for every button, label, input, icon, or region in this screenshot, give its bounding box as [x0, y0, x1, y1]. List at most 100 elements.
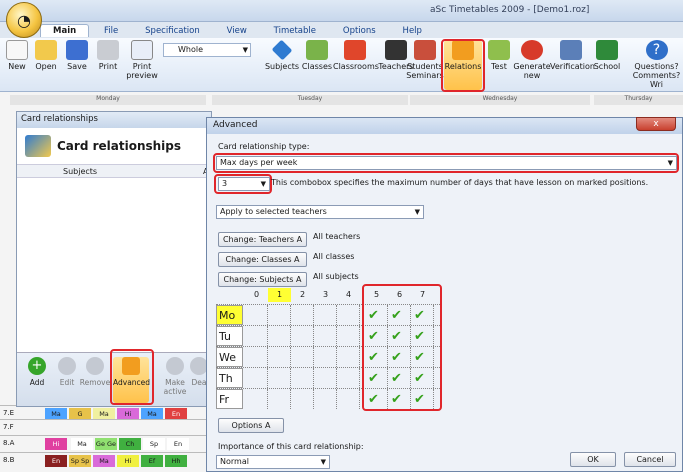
- lesson-cell[interactable]: Hi: [117, 455, 139, 467]
- students-seminars-button[interactable]: Students Seminars: [404, 40, 446, 80]
- students-icon: [414, 40, 436, 60]
- grid-cell[interactable]: [268, 326, 291, 346]
- apply-to-select[interactable]: Apply to selected teachers ▼: [216, 205, 424, 219]
- grid-cell[interactable]: [245, 326, 268, 346]
- grid-cell[interactable]: [245, 368, 268, 388]
- save-button[interactable]: Save: [62, 40, 92, 71]
- verification-button[interactable]: Verification: [550, 40, 595, 71]
- grid-cell[interactable]: [291, 368, 314, 388]
- grid-cell[interactable]: [291, 305, 314, 325]
- grid-cell[interactable]: [291, 347, 314, 367]
- ok-button[interactable]: OK: [570, 452, 616, 467]
- tab-options[interactable]: Options: [331, 25, 388, 37]
- subjects-desc: All subjects: [313, 272, 359, 281]
- change-teachers-button[interactable]: Change: Teachers A: [218, 232, 307, 247]
- lesson-cell[interactable]: Ef: [141, 455, 163, 467]
- table-row: 8.B En Sp Sp Ma Hi Ef Hh: [0, 452, 210, 468]
- grid-cell[interactable]: [268, 389, 291, 409]
- day-label[interactable]: Mo: [216, 305, 243, 325]
- day-header-thursday: Thursday: [594, 95, 683, 105]
- classes-icon: [306, 40, 328, 60]
- ribbon: New Open Save Print Print preview Whole ▼…: [0, 38, 683, 92]
- grid-cell[interactable]: [314, 347, 337, 367]
- tab-specification[interactable]: Specification: [133, 25, 212, 37]
- grid-cell[interactable]: [291, 389, 314, 409]
- lesson-cell[interactable]: Ge Ge: [95, 438, 117, 450]
- lesson-cell[interactable]: Ma: [93, 455, 115, 467]
- grid-cell[interactable]: [337, 326, 360, 346]
- new-file-icon: [6, 40, 28, 60]
- change-classes-button[interactable]: Change: Classes A: [218, 252, 307, 267]
- table-row: 8.A Hi Ma Ge Ge Ch Sp En: [0, 435, 210, 451]
- printer-icon: [97, 40, 119, 60]
- advanced-dialog-title: Advanced: [207, 118, 682, 134]
- day-label[interactable]: Tu: [216, 326, 243, 346]
- remove-button[interactable]: Remove: [77, 357, 113, 387]
- grid-cell[interactable]: [291, 326, 314, 346]
- type-select-highlight: [213, 153, 679, 173]
- lesson-cell[interactable]: Hh: [165, 455, 187, 467]
- grid-cell[interactable]: [314, 326, 337, 346]
- lesson-cell[interactable]: Sp Sp: [69, 455, 91, 467]
- period-header: 1: [268, 288, 291, 302]
- test-button[interactable]: Test: [486, 40, 512, 71]
- close-button[interactable]: x: [636, 117, 676, 131]
- folder-icon: [35, 40, 57, 60]
- lesson-cell[interactable]: En: [45, 455, 67, 467]
- day-label[interactable]: We: [216, 347, 243, 367]
- grid-cell[interactable]: [245, 389, 268, 409]
- grid-cell[interactable]: [314, 389, 337, 409]
- questions-button[interactable]: ? Questions? Comments? Wri: [630, 40, 683, 89]
- options-button[interactable]: Options A: [218, 418, 284, 433]
- tab-timetable[interactable]: Timetable: [262, 25, 328, 37]
- play-icon: [166, 357, 184, 375]
- tab-view[interactable]: View: [215, 25, 259, 37]
- card-window-header: Card relationships: [17, 128, 211, 164]
- grid-cell[interactable]: [268, 368, 291, 388]
- tab-main[interactable]: Main: [40, 24, 90, 37]
- grid-cell[interactable]: [268, 347, 291, 367]
- generate-new-button[interactable]: Generate new: [512, 40, 552, 80]
- grid-cell[interactable]: [268, 305, 291, 325]
- grid-cell[interactable]: [337, 347, 360, 367]
- tab-help[interactable]: Help: [391, 25, 434, 37]
- period-header: 3: [322, 290, 329, 299]
- change-subjects-button[interactable]: Change: Subjects A: [218, 272, 307, 287]
- advanced-highlight: [110, 349, 154, 405]
- lesson-cell[interactable]: Hi: [45, 438, 67, 450]
- view-select[interactable]: Whole ▼: [163, 43, 251, 57]
- grid-cell[interactable]: [337, 389, 360, 409]
- verification-icon: [560, 40, 582, 60]
- test-icon: [488, 40, 510, 60]
- school-button[interactable]: School: [592, 40, 622, 71]
- grid-cell[interactable]: [337, 368, 360, 388]
- relations-highlight: [441, 39, 485, 92]
- day-label[interactable]: Th: [216, 368, 243, 388]
- classrooms-button[interactable]: Classrooms: [333, 40, 379, 71]
- grid-cell[interactable]: [245, 305, 268, 325]
- grid-cell[interactable]: [245, 347, 268, 367]
- open-button[interactable]: Open: [30, 40, 62, 71]
- count-select-highlight: [214, 174, 272, 194]
- subjects-button[interactable]: Subjects: [262, 39, 302, 71]
- print-button[interactable]: Print: [92, 40, 124, 71]
- chevron-down-icon: ▼: [242, 46, 248, 54]
- print-preview-button[interactable]: Print preview: [124, 40, 160, 80]
- lesson-cell[interactable]: Sp: [143, 438, 165, 450]
- app-orb-button[interactable]: ◔: [6, 2, 42, 38]
- column-header-subjects[interactable]: Subjects: [63, 167, 97, 176]
- new-button[interactable]: New: [4, 40, 30, 71]
- grid-cell[interactable]: [337, 305, 360, 325]
- day-label[interactable]: Fr: [216, 389, 243, 409]
- floppy-icon: [66, 40, 88, 60]
- lesson-cell[interactable]: En: [167, 438, 189, 450]
- grid-cell[interactable]: [314, 368, 337, 388]
- tab-file[interactable]: File: [92, 25, 130, 37]
- table-row: 7.F: [0, 419, 210, 435]
- grid-cell[interactable]: [314, 305, 337, 325]
- lesson-cell[interactable]: Ch: [119, 438, 141, 450]
- cancel-button[interactable]: Cancel: [624, 452, 676, 467]
- importance-select[interactable]: Normal ▼: [216, 455, 330, 469]
- lesson-cell[interactable]: Ma: [71, 438, 93, 450]
- classes-button[interactable]: Classes: [300, 40, 334, 71]
